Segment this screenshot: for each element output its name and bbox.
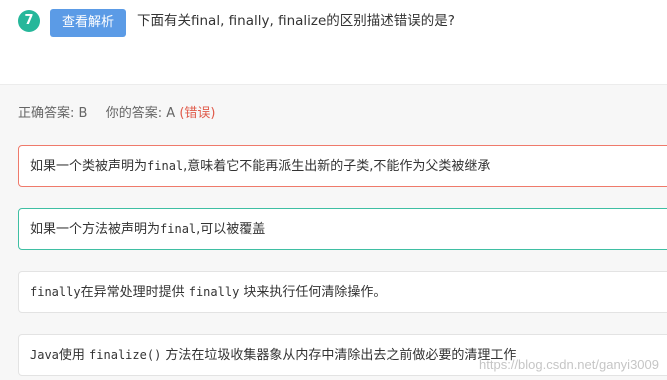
option-a[interactable]: 如果一个类被声明为final,意味着它不能再派生出新的子类,不能作为父类被继承 [18, 145, 667, 187]
code-keyword: Java [30, 348, 59, 362]
view-analysis-button[interactable]: 查看解析 [50, 9, 126, 37]
wrong-status: (错误) [179, 106, 216, 121]
your-answer-label: 你的答案: [105, 106, 163, 121]
option-text: ,意味着它不能再派生出新的子类,不能作为父类被继承 [183, 159, 491, 174]
option-text: 如果一个类被声明为 [30, 159, 148, 174]
question-number-badge: 7 [18, 10, 40, 32]
option-text: 如果一个方法被声明为 [30, 222, 161, 237]
question-text: 下面有关final, finally, finalize的区别描述错误的是? [137, 13, 455, 29]
your-answer-value: A [166, 106, 176, 121]
option-text: 块来执行任何清除操作。 [239, 285, 387, 300]
option-text: 方法在垃圾收集器象从内存中清除出去之前做必要的清理工作 [161, 348, 517, 363]
correct-answer-label: 正确答案: [18, 106, 75, 121]
option-text: 在异常处理时提供 [80, 285, 189, 300]
option-c[interactable]: finally在异常处理时提供 finally 块来执行任何清除操作。 [18, 271, 667, 313]
option-text: 使用 [58, 348, 90, 363]
watermark: https://blog.csdn.net/ganyi3009 [479, 357, 659, 372]
question-header: 7 查看解析 下面有关final, finally, finalize的区别描述… [0, 0, 667, 85]
code-keyword: finally [30, 285, 81, 299]
option-b[interactable]: 如果一个方法被声明为final,可以被覆盖 [18, 208, 667, 250]
code-keyword: finalize() [89, 348, 162, 362]
correct-answer-value: B [78, 106, 88, 121]
code-keyword: final [160, 222, 197, 236]
code-keyword: finally [188, 285, 240, 299]
code-keyword: final [147, 159, 184, 173]
answer-summary: 正确答案: B 你的答案: A (错误) [18, 105, 215, 123]
option-text: ,可以被覆盖 [196, 222, 266, 237]
